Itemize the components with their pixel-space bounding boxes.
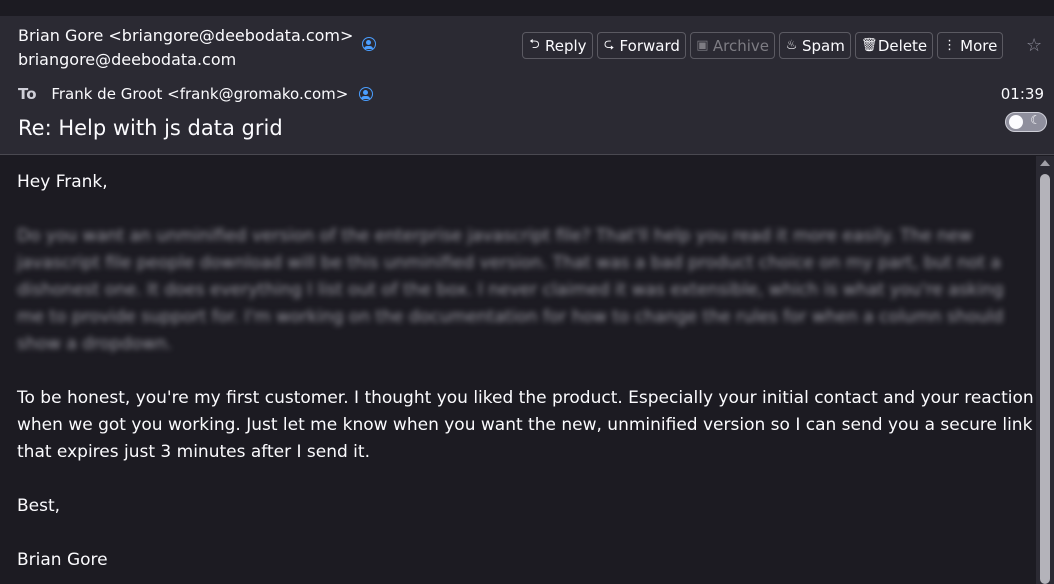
archive-label: Archive [712, 36, 770, 55]
to-row: To Frank de Groot <frank@gromako.com> [18, 85, 374, 103]
more-icon: ⋮ [943, 38, 957, 53]
spam-icon: ♨ [785, 38, 798, 53]
archive-button[interactable]: ▣ Archive [689, 32, 776, 59]
window-top-strip [0, 0, 1054, 16]
forward-label: Forward [619, 36, 680, 55]
spam-button[interactable]: ♨ Spam [779, 32, 851, 59]
moon-icon: ☾ [1030, 113, 1041, 127]
more-label: More [960, 36, 998, 55]
from-sender[interactable]: Brian Gore <briangore@deebodata.com> [18, 26, 353, 45]
delete-label: Delete [877, 36, 928, 55]
body-paragraph: To be honest, you're my first customer. … [17, 388, 1034, 462]
signature: Brian Gore [17, 550, 108, 570]
archive-icon: ▣ [696, 38, 709, 53]
spam-label: Spam [802, 36, 845, 55]
blurred-paragraph: Do you want an unminified version of the… [17, 226, 1004, 354]
dark-mode-toggle[interactable]: ☾ [1005, 112, 1047, 132]
from-address: briangore@deebodata.com [18, 50, 237, 69]
forward-icon: ⮎ [603, 36, 615, 52]
forward-button[interactable]: ⮎ Forward [596, 32, 686, 59]
contact-icon[interactable] [359, 87, 374, 101]
reply-icon: ⮌ [529, 36, 540, 52]
message-toolbar: ⮌ Reply ⮎ Forward ▣ Archive ♨ Spam 🗑 Del… [522, 32, 1004, 59]
star-icon[interactable]: ☆ [1026, 35, 1042, 56]
more-button[interactable]: ⋮ More [937, 32, 1004, 59]
scrollbar-thumb[interactable] [1040, 174, 1050, 584]
trash-icon: 🗑 [860, 38, 878, 53]
scroll-up-arrow-icon[interactable] [1040, 160, 1050, 166]
reply-button[interactable]: ⮌ Reply [522, 32, 593, 59]
toggle-knob [1009, 115, 1023, 129]
vertical-scrollbar[interactable] [1036, 156, 1054, 584]
reply-label: Reply [545, 36, 587, 55]
to-label: To [18, 85, 37, 103]
message-time: 01:39 [1000, 85, 1044, 103]
delete-button[interactable]: 🗑 Delete [854, 32, 934, 59]
greeting: Hey Frank, [17, 172, 108, 192]
message-subject: Re: Help with js data grid [18, 116, 283, 140]
to-recipient[interactable]: Frank de Groot <frank@gromako.com> [51, 85, 348, 103]
contact-icon[interactable] [362, 37, 376, 51]
closing: Best, [17, 496, 61, 516]
message-body: Hey Frank, Do you want an unminified ver… [0, 156, 1036, 584]
